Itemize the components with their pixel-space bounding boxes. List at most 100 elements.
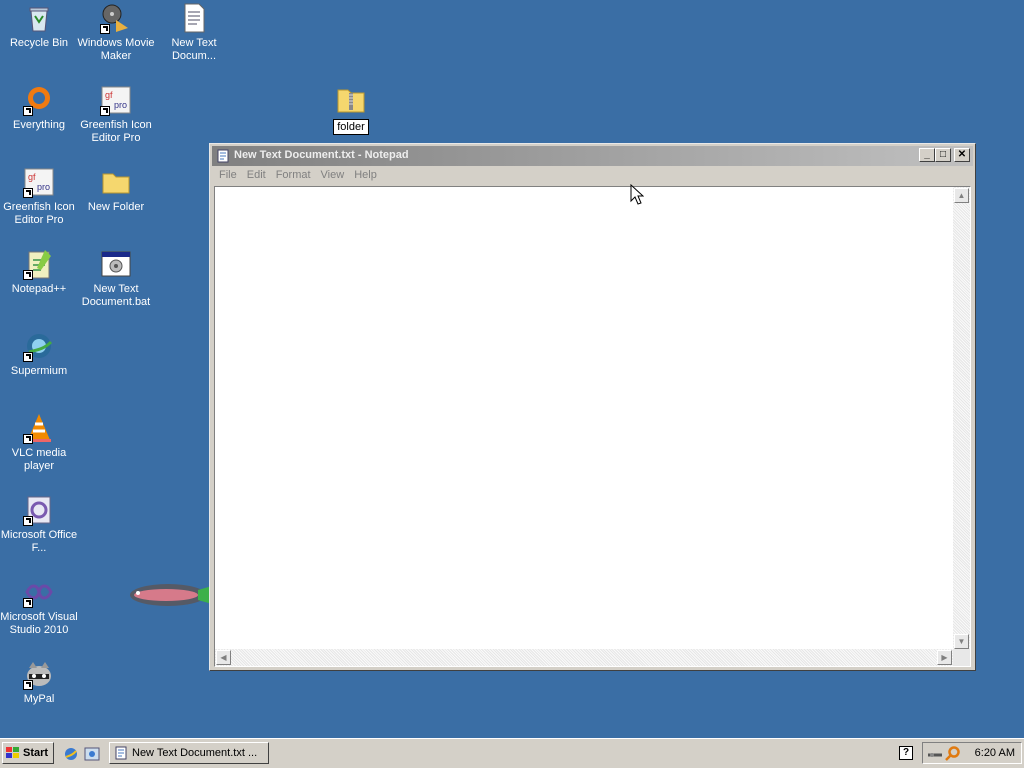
icon-label: New Folder bbox=[87, 201, 145, 213]
scroll-up-button[interactable]: ▲ bbox=[954, 188, 969, 203]
taskbar-item-label: New Text Document.txt ... bbox=[132, 747, 258, 759]
quicklaunch-browser-icon[interactable] bbox=[63, 746, 79, 762]
svg-text:gf: gf bbox=[105, 90, 113, 100]
rename-textbox[interactable]: folder bbox=[333, 119, 369, 135]
clock[interactable]: 6:20 AM bbox=[975, 747, 1015, 759]
help-icon[interactable]: ? bbox=[899, 746, 913, 760]
icon-label: Supermium bbox=[10, 365, 68, 377]
desktop[interactable]: Recycle Bin Everything gf pro Greenfish I… bbox=[0, 0, 1024, 738]
desktop-icon-mypal[interactable]: MyPal bbox=[0, 658, 78, 706]
shortcut-arrow-icon bbox=[100, 24, 110, 34]
desktop-icon-greenfish-1[interactable]: gf pro Greenfish Icon Editor Pro bbox=[0, 166, 78, 227]
visual-studio-icon bbox=[23, 576, 55, 608]
icon-label: VLC media player bbox=[11, 447, 67, 472]
minimize-button[interactable]: _ bbox=[919, 148, 935, 162]
icon-label: Recycle Bin bbox=[9, 37, 69, 49]
desktop-icon-everything[interactable]: Everything bbox=[0, 84, 78, 132]
desktop-icon-notepad-plus-plus[interactable]: Notepad++ bbox=[0, 248, 78, 296]
icon-label: Microsoft Office F... bbox=[0, 529, 78, 554]
horizontal-scrollbar[interactable]: ◀ ▶ bbox=[215, 649, 953, 666]
vlc-icon bbox=[23, 412, 55, 444]
desktop-icon-recycle-bin[interactable]: Recycle Bin bbox=[0, 2, 78, 50]
batch-file-icon bbox=[100, 248, 132, 280]
folder-icon bbox=[100, 166, 132, 198]
window-titlebar[interactable]: New Text Document.txt - Notepad _ □ ✕ bbox=[212, 146, 973, 166]
notepad-icon bbox=[217, 149, 229, 163]
menu-file[interactable]: File bbox=[214, 167, 242, 183]
icon-label: New Text Document.bat bbox=[81, 283, 151, 308]
desktop-icon-greenfish-2[interactable]: gf pro Greenfish Icon Editor Pro bbox=[77, 84, 155, 145]
icon-label: MyPal bbox=[23, 693, 55, 705]
start-label: Start bbox=[23, 747, 49, 759]
icon-label: Everything bbox=[13, 119, 65, 131]
close-icon: ✕ bbox=[957, 149, 967, 160]
shortcut-arrow-icon bbox=[100, 106, 110, 116]
everything-search-icon bbox=[23, 84, 55, 116]
supermium-icon bbox=[23, 330, 55, 362]
movie-maker-icon bbox=[100, 2, 132, 34]
icon-label: Notepad++ bbox=[11, 283, 67, 295]
svg-text:pro: pro bbox=[114, 100, 127, 110]
menu-help[interactable]: Help bbox=[349, 167, 382, 183]
icon-label: Windows Movie Maker bbox=[77, 37, 155, 62]
scroll-left-button[interactable]: ◀ bbox=[216, 650, 231, 665]
taskbar-item-notepad[interactable]: New Text Document.txt ... bbox=[109, 742, 269, 764]
recycle-bin-icon bbox=[23, 2, 55, 34]
windows-logo-icon bbox=[6, 747, 19, 758]
zip-folder-icon bbox=[335, 84, 367, 116]
system-tray: 6:20 AM bbox=[922, 742, 1022, 764]
search-tray-icon[interactable] bbox=[945, 746, 961, 762]
scroll-down-button[interactable]: ▼ bbox=[954, 634, 969, 649]
close-button[interactable]: ✕ bbox=[954, 148, 970, 162]
shortcut-arrow-icon bbox=[23, 270, 33, 280]
greenfish-icon: gf pro bbox=[100, 84, 132, 116]
shortcut-arrow-icon bbox=[23, 516, 33, 526]
network-tray-icon[interactable] bbox=[927, 747, 943, 761]
taskbar: Start New Text Document.txt ... ? 6:20 A… bbox=[0, 738, 1024, 768]
vertical-scrollbar[interactable]: ▲ ▼ bbox=[953, 187, 970, 650]
desktop-icon-visual-studio[interactable]: Microsoft Visual Studio 2010 bbox=[0, 576, 78, 637]
desktop-icon-bat-file[interactable]: New Text Document.bat bbox=[77, 248, 155, 309]
menu-edit[interactable]: Edit bbox=[242, 167, 271, 183]
shortcut-arrow-icon bbox=[23, 188, 33, 198]
icon-label: Microsoft Visual Studio 2010 bbox=[0, 611, 78, 636]
shortcut-arrow-icon bbox=[23, 598, 33, 608]
shortcut-arrow-icon bbox=[23, 106, 33, 116]
desktop-icon-vlc[interactable]: VLC media player bbox=[0, 412, 78, 473]
desktop-icon-supermium[interactable]: Supermium bbox=[0, 330, 78, 378]
shortcut-arrow-icon bbox=[23, 434, 33, 444]
notepad-window[interactable]: New Text Document.txt - Notepad _ □ ✕ Fi… bbox=[209, 143, 976, 671]
text-editor-area[interactable]: ▲ ▼ ◀ ▶ bbox=[214, 186, 971, 667]
maximize-icon: □ bbox=[939, 149, 947, 160]
scroll-right-button[interactable]: ▶ bbox=[937, 650, 952, 665]
desktop-icon-folder-renaming[interactable]: folder bbox=[312, 84, 390, 135]
greenfish-icon: gf pro bbox=[23, 166, 55, 198]
desktop-icon-new-folder[interactable]: New Folder bbox=[77, 166, 155, 214]
mypal-icon bbox=[23, 658, 55, 690]
menu-view[interactable]: View bbox=[316, 167, 350, 183]
menu-bar: File Edit Format View Help bbox=[214, 167, 382, 185]
mouse-cursor-icon bbox=[630, 184, 644, 205]
resize-grip[interactable] bbox=[953, 649, 970, 666]
quicklaunch-ie-icon[interactable] bbox=[84, 746, 100, 762]
icon-label: Greenfish Icon Editor Pro bbox=[80, 119, 152, 144]
office-icon bbox=[23, 494, 55, 526]
notepad-icon bbox=[115, 746, 127, 760]
minimize-icon: _ bbox=[924, 149, 930, 160]
notepad-plus-plus-icon bbox=[23, 248, 55, 280]
svg-text:pro: pro bbox=[37, 182, 50, 192]
desktop-fish-image bbox=[130, 584, 212, 606]
desktop-icon-movie-maker[interactable]: Windows Movie Maker bbox=[77, 2, 155, 63]
shortcut-arrow-icon bbox=[23, 352, 33, 362]
start-button[interactable]: Start bbox=[2, 742, 54, 764]
maximize-button[interactable]: □ bbox=[935, 148, 951, 162]
icon-label: New Text Docum... bbox=[171, 37, 217, 62]
text-document-icon bbox=[178, 2, 210, 34]
menu-format[interactable]: Format bbox=[271, 167, 316, 183]
desktop-icon-office[interactable]: Microsoft Office F... bbox=[0, 494, 78, 555]
svg-text:gf: gf bbox=[28, 172, 36, 182]
window-title: New Text Document.txt - Notepad bbox=[234, 149, 409, 161]
shortcut-arrow-icon bbox=[23, 680, 33, 690]
icon-label: Greenfish Icon Editor Pro bbox=[3, 201, 75, 226]
desktop-icon-new-text-document[interactable]: New Text Docum... bbox=[155, 2, 233, 63]
